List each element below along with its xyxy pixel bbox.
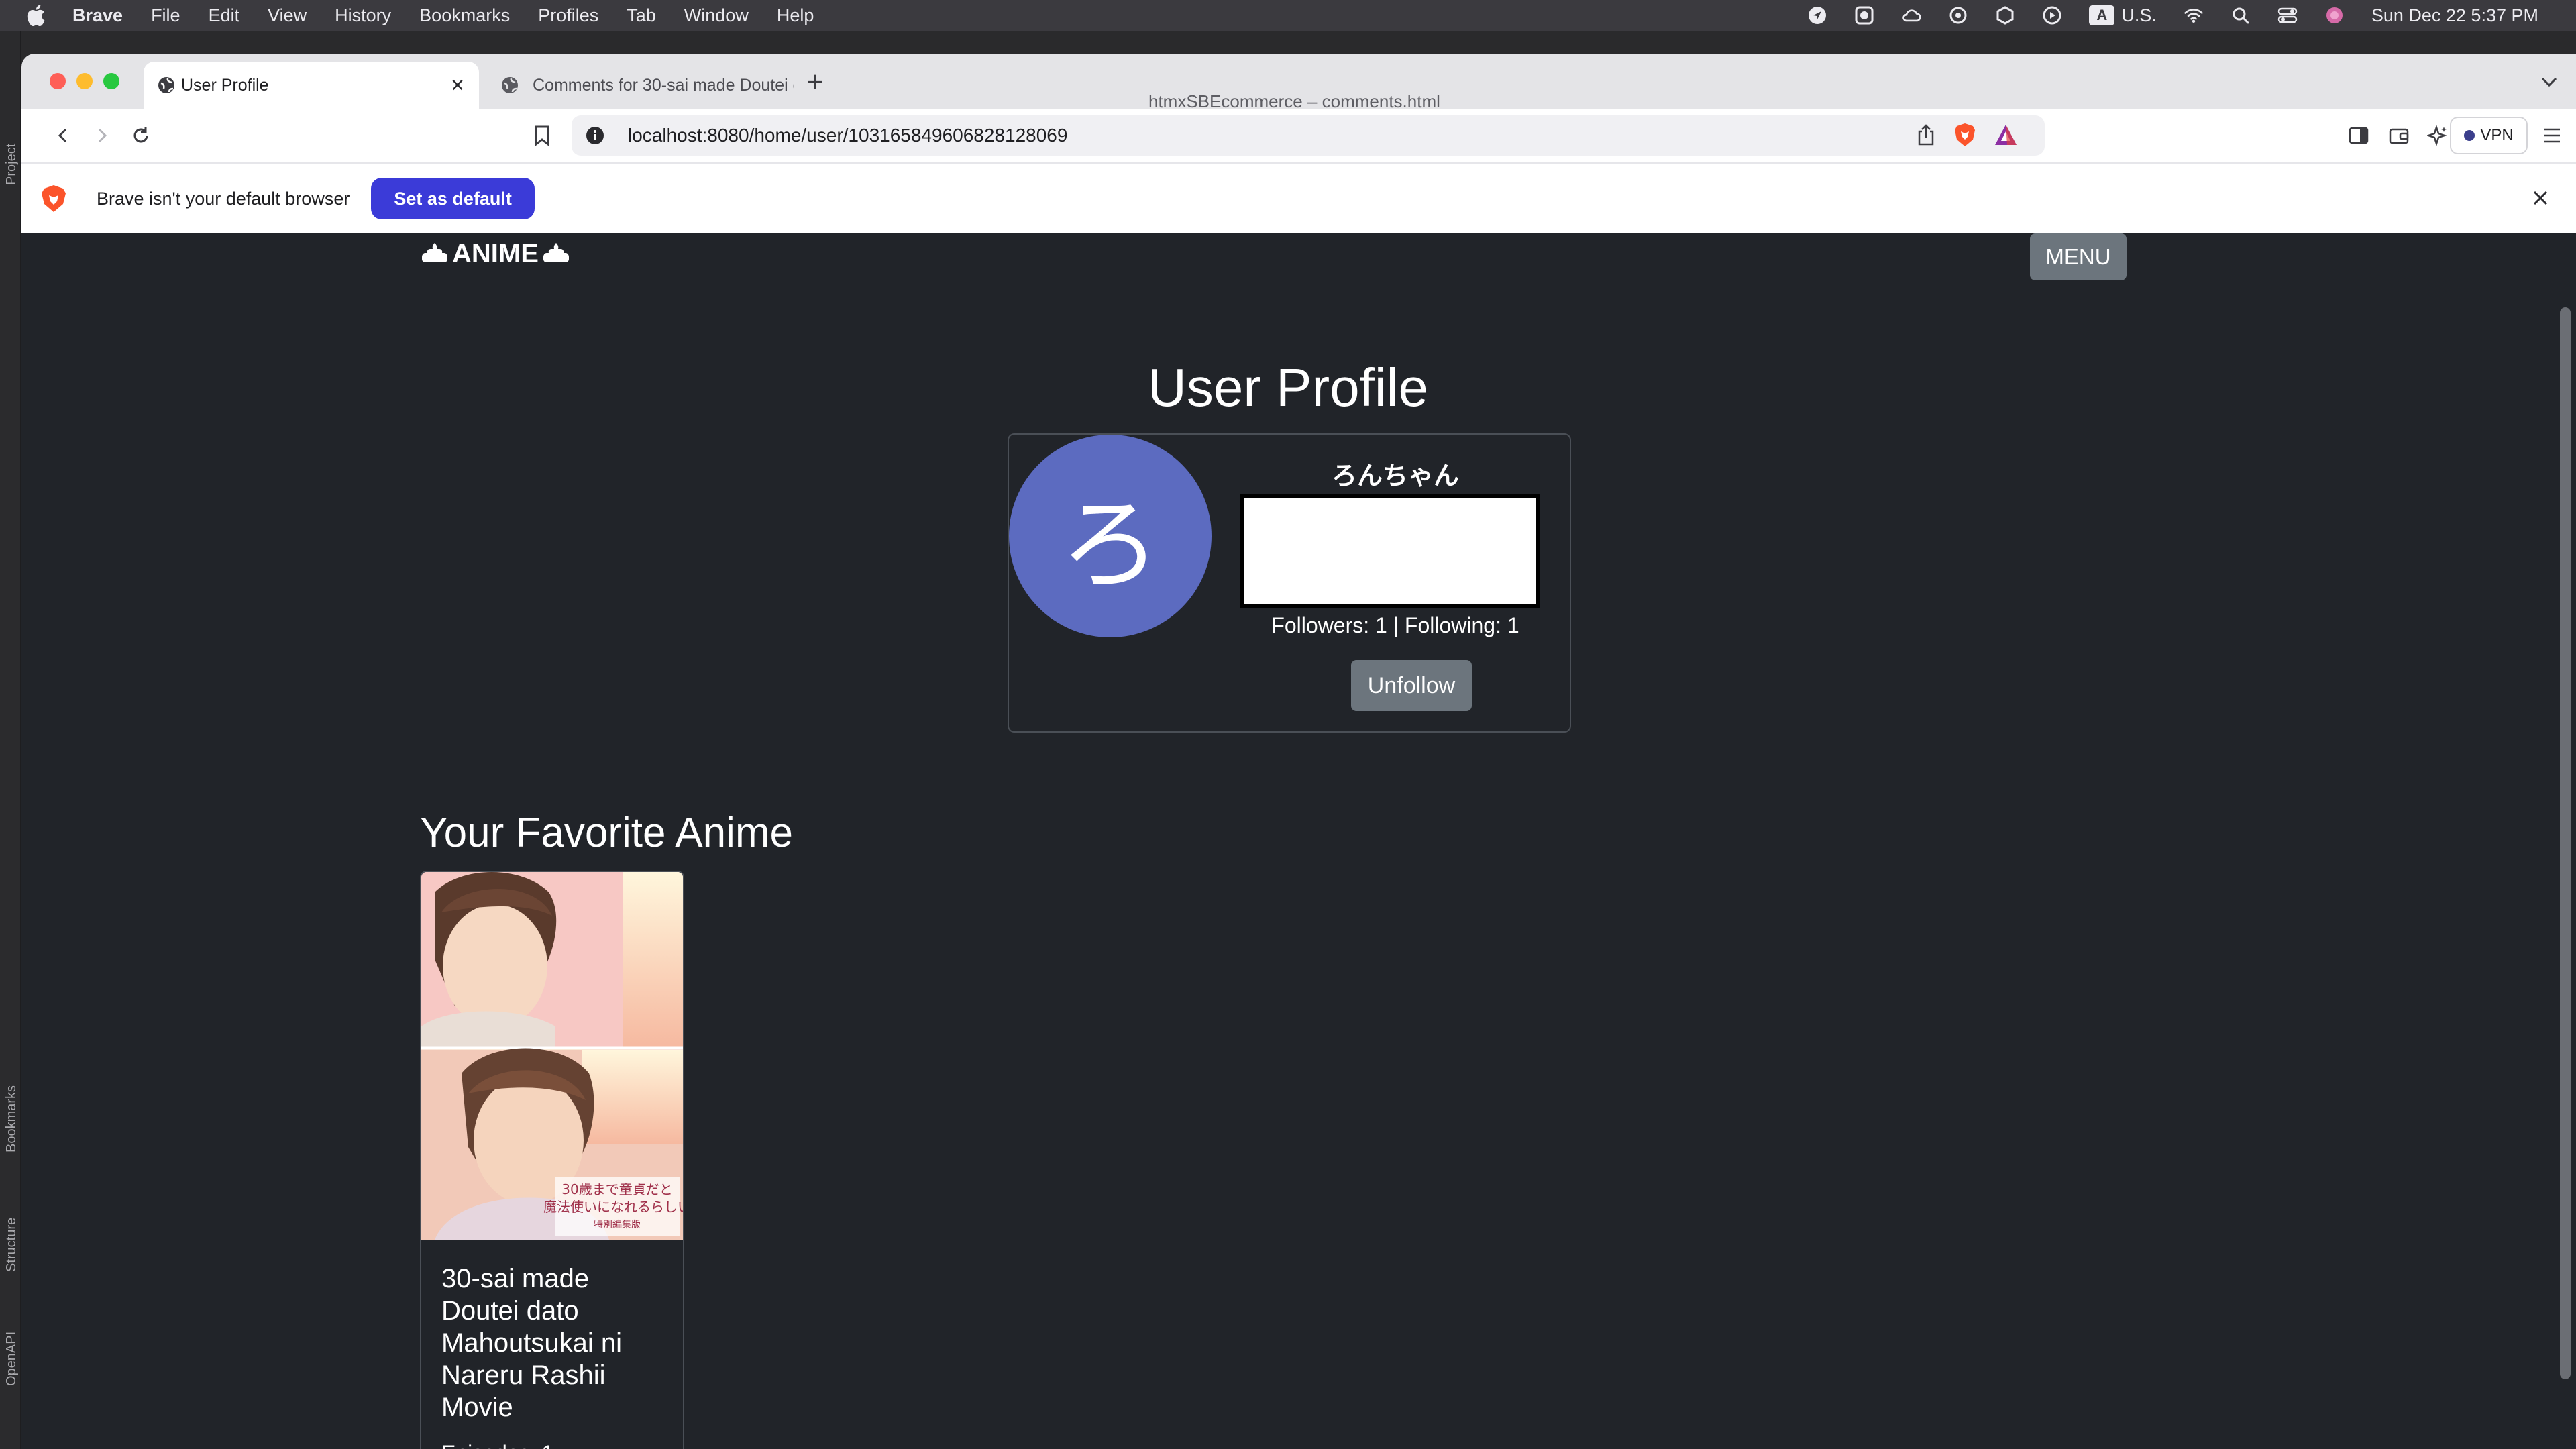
set-as-default-button[interactable]: Set as default	[371, 178, 535, 219]
wallet-icon[interactable]	[2385, 122, 2412, 149]
address-bar[interactable]: localhost:8080/home/user/103165849606828…	[572, 115, 2045, 156]
brave-rewards-icon[interactable]	[1994, 123, 2018, 151]
play-circle-icon[interactable]	[2042, 5, 2062, 25]
close-tab-icon[interactable]: ×	[451, 72, 464, 99]
close-window-button[interactable]	[50, 73, 66, 89]
anime-card[interactable]: 30歳まで童貞だと 魔法使いになれるらしい 特別編集版 30-sai made …	[420, 871, 684, 1449]
menu-history[interactable]: History	[335, 5, 391, 26]
menu-file[interactable]: File	[151, 5, 180, 26]
globe-icon	[157, 76, 176, 95]
cloud-sync-icon[interactable]	[1901, 5, 1921, 25]
brave-shields-icon[interactable]	[1953, 122, 1976, 152]
tab-bar: htmxSBEcommerce – comments.html User Pro…	[21, 54, 2576, 111]
menu-app-brave[interactable]: Brave	[72, 5, 123, 26]
ide-tab-openapi[interactable]: OpenAPI	[4, 1332, 19, 1386]
menu-profiles[interactable]: Profiles	[538, 5, 598, 26]
new-tab-plus-icon[interactable]: +	[806, 66, 824, 99]
page-title: User Profile	[1148, 358, 1428, 417]
site-info-icon[interactable]	[585, 125, 605, 146]
page-content: ANIME MENU User Profile ろ ろんちゃん Follower…	[21, 233, 2576, 1449]
profile-card: ろ ろんちゃん Followers: 1 | Following: 1 Unfo…	[1008, 433, 1571, 733]
apple-icon[interactable]	[25, 4, 52, 27]
location-arrow-icon[interactable]	[1807, 5, 1827, 25]
bio-box	[1240, 494, 1540, 608]
url-text[interactable]: localhost:8080/home/user/103165849606828…	[628, 125, 1067, 146]
menu-help[interactable]: Help	[777, 5, 814, 26]
siri-icon[interactable]	[2324, 5, 2345, 25]
reload-icon[interactable]	[127, 122, 154, 149]
tab-comments[interactable]: Comments for 30-sai made Doutei dato Mah…	[478, 62, 800, 109]
fullscreen-window-button[interactable]	[103, 73, 119, 89]
control-center-icon[interactable]	[2277, 5, 2298, 25]
menu-view[interactable]: View	[268, 5, 307, 26]
menu-tab[interactable]: Tab	[627, 5, 656, 26]
input-source-label: U.S.	[2121, 5, 2157, 25]
brave-lion-icon	[40, 184, 67, 213]
screen-record-icon[interactable]	[1854, 5, 1874, 25]
url-actions	[1898, 122, 2018, 152]
bookmark-icon[interactable]	[529, 122, 555, 149]
anime-episodes: Episodes: 1	[441, 1441, 553, 1449]
forward-arrow-icon[interactable]	[89, 122, 115, 149]
ide-side-strip: Project Bookmarks Structure OpenAPI	[0, 31, 21, 1449]
site-navbar: ANIME MENU	[21, 233, 2576, 290]
cube-icon[interactable]	[1995, 5, 2015, 25]
avatar: ろ	[1009, 435, 1212, 637]
close-icon[interactable]	[2529, 186, 2552, 209]
tab-list-chevron-icon[interactable]	[2536, 68, 2563, 95]
tab-label: Comments for 30-sai made Doutei dato Mah…	[533, 75, 794, 95]
username: ろんちゃん	[1331, 461, 1459, 490]
share-icon[interactable]	[1916, 123, 1936, 151]
favorites-heading: Your Favorite Anime	[420, 810, 794, 856]
default-browser-infobar: Brave isn't your default browser Set as …	[21, 162, 2576, 233]
menubar-status-area: A U.S. Sun Dec 22 5:37 PM	[1807, 0, 2576, 31]
menu-bookmarks[interactable]: Bookmarks	[419, 5, 510, 26]
macos-menu-bar: Brave File Edit View History Bookmarks P…	[0, 0, 2576, 31]
leo-ai-icon[interactable]	[2424, 122, 2451, 149]
anime-poster-image[interactable]: 30歳まで童貞だと 魔法使いになれるらしい 特別編集版	[421, 872, 683, 1240]
globe-icon	[500, 76, 519, 95]
brand-text: ANIME	[452, 239, 539, 268]
poop-emoji-icon	[543, 241, 570, 268]
poster-subtitle: 特別編集版	[594, 1219, 641, 1230]
tab-user-profile[interactable]: User Profile ×	[144, 62, 479, 109]
site-brand[interactable]: ANIME	[417, 239, 574, 269]
page-scrollbar[interactable]	[2560, 307, 2571, 1379]
back-arrow-icon[interactable]	[50, 122, 76, 149]
vpn-status-dot	[2464, 130, 2475, 141]
wifi-icon[interactable]	[2184, 5, 2204, 25]
input-source-badge: A	[2089, 5, 2115, 25]
sidebar-toggle-icon[interactable]	[2345, 122, 2372, 149]
menu-button[interactable]: MENU	[2030, 233, 2127, 280]
follow-stats: Followers: 1 | Following: 1	[1271, 613, 1519, 637]
poster-title-line-1: 30歳まで童貞だと	[561, 1181, 672, 1197]
menu-window[interactable]: Window	[684, 5, 749, 26]
anime-title[interactable]: 30-sai made Doutei dato Mahoutsukai ni N…	[441, 1263, 663, 1424]
spotlight-search-icon[interactable]	[2231, 5, 2251, 25]
menu-edit[interactable]: Edit	[209, 5, 240, 26]
tab-label: User Profile	[181, 75, 269, 95]
unfollow-button[interactable]: Unfollow	[1351, 660, 1472, 711]
openai-icon[interactable]	[1948, 5, 1968, 25]
ide-tab-bookmarks[interactable]: Bookmarks	[4, 1085, 19, 1152]
vpn-label: VPN	[2480, 126, 2514, 144]
ide-tab-project[interactable]: Project	[4, 144, 19, 185]
poster-title-line-2: 魔法使いになれるらしい	[543, 1199, 683, 1215]
ide-tab-structure[interactable]: Structure	[4, 1218, 19, 1272]
vpn-button[interactable]: VPN	[2450, 117, 2528, 154]
poop-emoji-icon	[421, 241, 448, 268]
browser-window: htmxSBEcommerce – comments.html User Pro…	[21, 54, 2576, 1449]
infobar-message: Brave isn't your default browser	[97, 188, 350, 209]
input-source[interactable]: A U.S.	[2089, 5, 2157, 26]
browser-toolbar: localhost:8080/home/user/103165849606828…	[21, 109, 2576, 162]
minimize-window-button[interactable]	[76, 73, 93, 89]
menubar-clock[interactable]: Sun Dec 22 5:37 PM	[2371, 5, 2538, 26]
hamburger-menu-icon[interactable]	[2538, 122, 2565, 149]
